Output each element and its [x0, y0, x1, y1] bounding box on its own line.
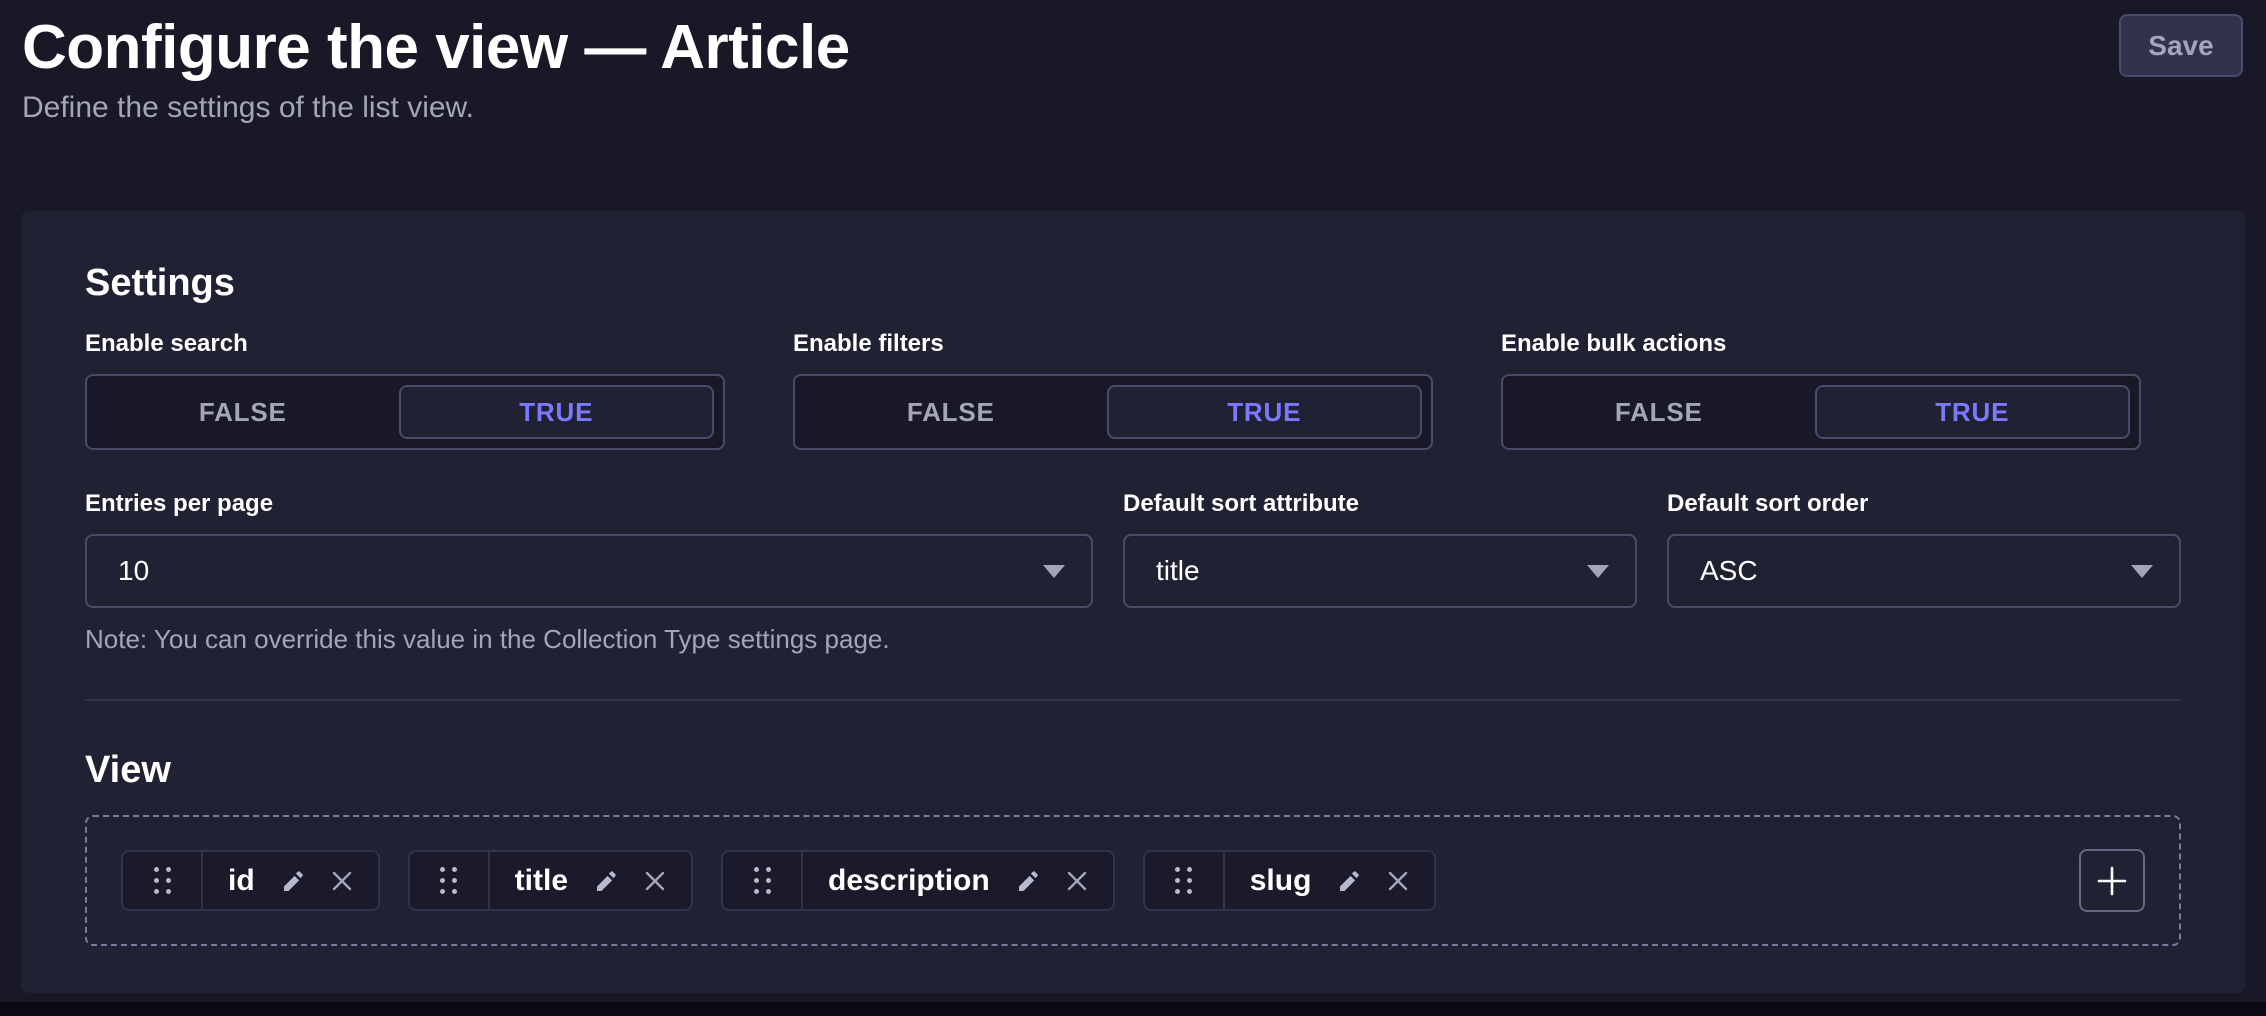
enable-bulk-actions-toggle: FALSE TRUE [1501, 374, 2141, 450]
edit-field-button[interactable] [1337, 869, 1361, 893]
default-sort-attribute-select[interactable]: title [1123, 534, 1637, 608]
save-button[interactable]: Save [2119, 14, 2243, 77]
select-value: title [1156, 555, 1200, 587]
toggle-label: Enable bulk actions [1501, 329, 2141, 359]
pencil-icon [594, 869, 618, 893]
pencil-icon [1016, 869, 1040, 893]
field-chip-description: description [721, 850, 1115, 911]
page-subtitle: Define the settings of the list view. [22, 91, 2243, 125]
remove-field-button[interactable] [1387, 870, 1409, 892]
enable-bulk-actions-true-option[interactable]: TRUE [1815, 385, 2131, 439]
pencil-icon [281, 869, 305, 893]
select-label: Entries per page [85, 489, 1093, 519]
selects-row: Entries per page 10 Default sort attribu… [85, 489, 2181, 608]
close-icon [331, 870, 353, 892]
close-icon [1066, 870, 1088, 892]
close-icon [1387, 870, 1409, 892]
caret-down-icon [1587, 565, 1609, 578]
settings-heading: Settings [85, 262, 2181, 305]
edit-field-button[interactable] [281, 869, 305, 893]
field-chip-slug: slug [1143, 850, 1437, 911]
remove-field-button[interactable] [331, 870, 353, 892]
drag-handle-icon[interactable] [123, 852, 203, 909]
enable-filters-true-option[interactable]: TRUE [1107, 385, 1423, 439]
drag-handle-icon[interactable] [1145, 852, 1225, 909]
field-chip-label: title [515, 864, 568, 898]
field-chip-title: title [408, 850, 693, 911]
field-chip-label: description [828, 864, 990, 898]
edit-field-button[interactable] [594, 869, 618, 893]
caret-down-icon [1043, 565, 1065, 578]
toggles-row: Enable search FALSE TRUE Enable filters … [85, 329, 2181, 450]
add-field-button[interactable] [2079, 849, 2145, 912]
default-sort-attribute-field: Default sort attribute title [1123, 489, 1637, 608]
section-divider [85, 699, 2181, 701]
window-bottom-edge [0, 1002, 2266, 1016]
remove-field-button[interactable] [644, 870, 666, 892]
page-title: Configure the view — Article [22, 8, 2243, 89]
close-icon [644, 870, 666, 892]
drag-handle-icon[interactable] [410, 852, 490, 909]
default-sort-order-select[interactable]: ASC [1667, 534, 2181, 608]
default-sort-order-field: Default sort order ASC [1667, 489, 2181, 608]
entries-per-page-select[interactable]: 10 [85, 534, 1093, 608]
entries-per-page-note: Note: You can override this value in the… [85, 624, 2181, 655]
enable-bulk-actions-false-option[interactable]: FALSE [1503, 376, 1815, 448]
enable-search-toggle: FALSE TRUE [85, 374, 725, 450]
toggle-enable-filters: Enable filters FALSE TRUE [793, 329, 1433, 450]
remove-field-button[interactable] [1066, 870, 1088, 892]
select-value: ASC [1700, 555, 1758, 587]
toggle-label: Enable filters [793, 329, 1433, 359]
entries-per-page-field: Entries per page 10 [85, 489, 1093, 608]
toggle-enable-bulk-actions: Enable bulk actions FALSE TRUE [1501, 329, 2141, 450]
settings-panel: Settings Enable search FALSE TRUE Enable… [21, 211, 2245, 993]
field-chip-label: slug [1250, 864, 1312, 898]
plus-icon [2095, 864, 2129, 898]
field-chip-label: id [228, 864, 255, 898]
select-label: Default sort attribute [1123, 489, 1637, 519]
enable-filters-toggle: FALSE TRUE [793, 374, 1433, 450]
edit-field-button[interactable] [1016, 869, 1040, 893]
toggle-label: Enable search [85, 329, 725, 359]
drag-handle-icon[interactable] [723, 852, 803, 909]
pencil-icon [1337, 869, 1361, 893]
toggle-enable-search: Enable search FALSE TRUE [85, 329, 725, 450]
view-heading: View [85, 749, 2181, 792]
enable-search-false-option[interactable]: FALSE [87, 376, 399, 448]
select-value: 10 [118, 555, 149, 587]
caret-down-icon [2131, 565, 2153, 578]
field-chip-id: id [121, 850, 380, 911]
enable-search-true-option[interactable]: TRUE [399, 385, 715, 439]
field-list-dropzone: id title [85, 815, 2181, 946]
enable-filters-false-option[interactable]: FALSE [795, 376, 1107, 448]
select-label: Default sort order [1667, 489, 2181, 519]
page-header: Configure the view — Article Define the … [0, 0, 2266, 125]
